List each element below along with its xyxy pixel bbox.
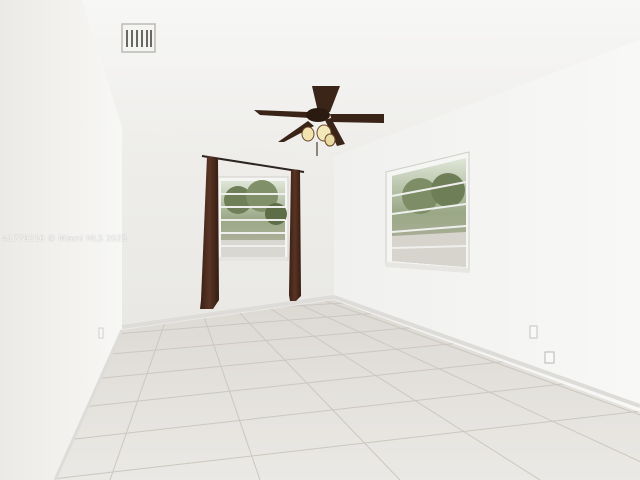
curtain-right [289,169,301,301]
left-wall-outlet [98,327,104,339]
side-window [385,151,470,273]
air-vent-icon [121,23,156,53]
back-window [217,176,289,261]
watermark: A1779216 © Miami MLS 2025 [2,234,128,243]
